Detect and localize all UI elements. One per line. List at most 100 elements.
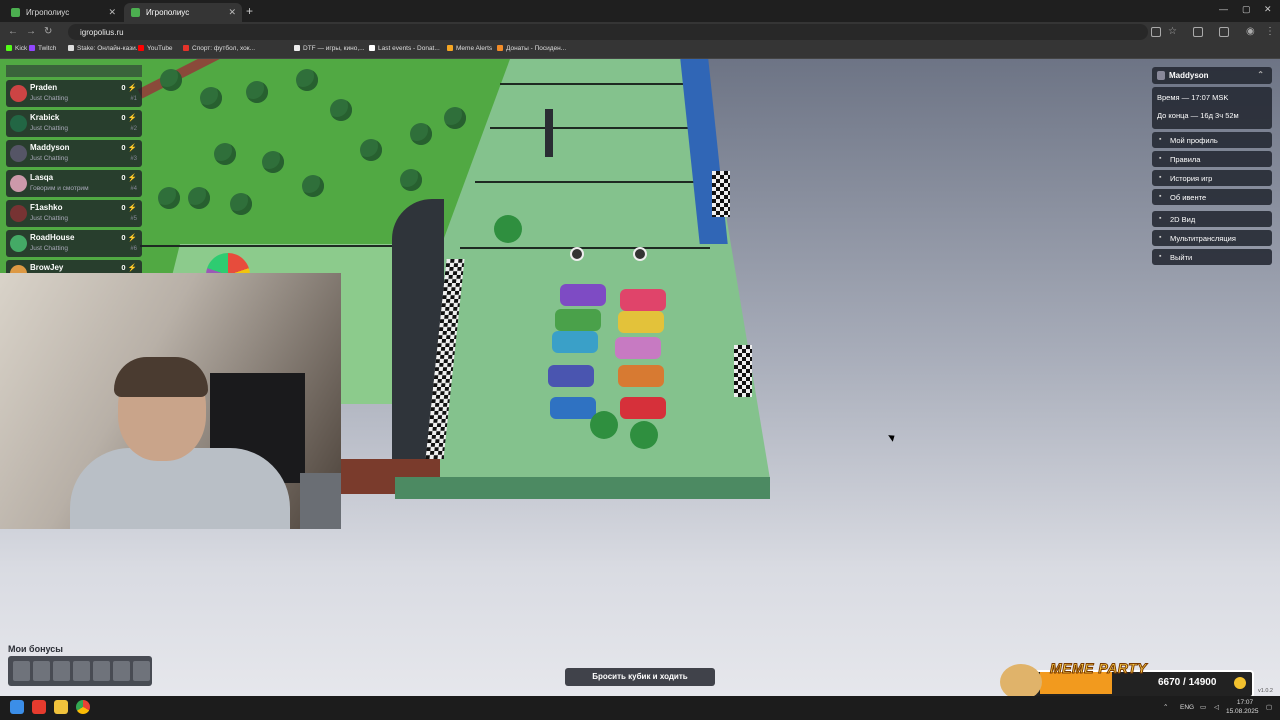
leaderboard-row[interactable]: F1ashko Just Chatting 0 ⚡ #5 [6, 200, 142, 227]
leaderboard-row[interactable]: Maddyson Just Chatting 0 ⚡ #3 [6, 140, 142, 167]
bookmark-item[interactable]: DTF — игры, кино,... [294, 45, 365, 52]
webcam-person-hair [114, 357, 208, 397]
leaderboard-row[interactable]: Praden Just Chatting 0 ⚡ #1 [6, 80, 142, 107]
bonus-slot[interactable] [113, 661, 130, 681]
menu-item-logout[interactable]: ▪ Выйти [1152, 249, 1272, 265]
bonus-slot[interactable] [93, 661, 110, 681]
bonus-slot[interactable] [73, 661, 90, 681]
chevron-up-icon[interactable]: ⌃ [1257, 70, 1264, 79]
multistream-icon: ▪ [1159, 234, 1162, 241]
new-tab-icon[interactable]: + [246, 4, 253, 18]
player-car[interactable] [548, 365, 594, 387]
bookmark-label: Донаты - Посиден... [506, 45, 567, 52]
notifications-icon[interactable]: ▢ [1266, 703, 1272, 711]
version-label: v1.0.2 [1258, 688, 1273, 694]
chrome-icon[interactable] [76, 700, 90, 714]
cast-icon[interactable] [1151, 27, 1161, 37]
bookmark-item[interactable]: Last events - Donat... [369, 45, 440, 52]
network-icon[interactable]: ▭ [1200, 703, 1206, 711]
bonus-slot[interactable] [133, 661, 150, 681]
bookmark-item[interactable]: Спорт: футбол, хок... [183, 45, 255, 52]
sidebar-icon[interactable] [1219, 27, 1229, 37]
address-bar[interactable]: igropolius.ru [68, 24, 1148, 40]
windows-start-icon[interactable] [10, 700, 24, 714]
bookmark-item[interactable]: Stake: Онлайн-кази... [68, 45, 141, 52]
browser-tab[interactable]: Игрополиус ✕ [4, 3, 122, 22]
file-explorer-icon[interactable] [54, 700, 68, 714]
url-text: igropolius.ru [80, 28, 124, 37]
menu-item-history[interactable]: ▪ История игр [1152, 170, 1272, 186]
player-car[interactable] [618, 311, 664, 333]
bookmark-item[interactable]: Kick [6, 45, 27, 52]
streamer-avatar [10, 145, 27, 162]
menu-item-info[interactable]: ▪ Об ивенте [1152, 189, 1272, 205]
close-tab-icon[interactable]: ✕ [228, 7, 236, 18]
extensions-icon[interactable] [1193, 27, 1203, 37]
checkered-flag [734, 345, 752, 397]
tab-favicon-icon [131, 8, 140, 17]
menu-group-main: ▪ Мой профиль ▪ Правила ▪ История игр ▪ Об ивен… [1152, 132, 1272, 205]
language-indicator[interactable]: ENG [1180, 704, 1194, 711]
yandex-browser-icon[interactable] [32, 700, 46, 714]
roll-dice-button[interactable]: Бросить кубик и ходить [565, 668, 715, 686]
bookmark-item[interactable]: YouTube [138, 45, 173, 52]
bonus-slot[interactable] [53, 661, 70, 681]
streamer-rank: #4 [130, 186, 137, 192]
player-car[interactable] [550, 397, 596, 419]
player-car[interactable] [620, 289, 666, 311]
leaderboard-row[interactable]: RoadHouse Just Chatting 0 ⚡ #6 [6, 230, 142, 257]
bookmark-favicon-icon [497, 45, 503, 51]
bookmark-star-icon[interactable]: ☆ [1168, 26, 1177, 37]
bonus-slot[interactable] [13, 661, 30, 681]
menu-icon[interactable]: ⋮ [1265, 26, 1275, 37]
bonus-slot[interactable] [33, 661, 50, 681]
user-name: Maddyson [1169, 71, 1209, 80]
player-car[interactable] [552, 331, 598, 353]
bookmark-label: Twitch [38, 45, 57, 52]
tree [400, 169, 422, 191]
menu-item-user[interactable]: ▪ Мой профиль [1152, 132, 1272, 148]
meme-party-widget[interactable]: MEME PARTY 6670 / 14900 [1000, 660, 1256, 700]
back-icon[interactable]: ← [8, 26, 18, 37]
user-dropdown[interactable]: Maddyson ⌃ [1152, 67, 1272, 84]
menu-item-multistream[interactable]: ▪ Мультитрансляция [1152, 230, 1272, 246]
leaderboard-row[interactable]: Lasqa Говорим и смотрим 0 ⚡ #4 [6, 170, 142, 197]
menu-item-label: Мультитрансляция [1170, 234, 1236, 243]
close-window-icon[interactable]: ✕ [1264, 4, 1272, 15]
bookmark-item[interactable]: Twitch [29, 45, 56, 52]
bookmark-label: Спорт: футбол, хок... [192, 45, 256, 52]
maximize-icon[interactable]: ▢ [1242, 4, 1251, 15]
minimize-icon[interactable]: — [1219, 4, 1228, 14]
player-car[interactable] [560, 284, 606, 306]
bookmark-item[interactable]: Meme Alerts [447, 45, 492, 52]
clock-date[interactable]: 15.08.2025 [1226, 708, 1259, 715]
event-info: Время — 17:07 MSK До конца — 16д 3ч 52м [1152, 87, 1272, 129]
leaderboard-row[interactable]: Krabick Just Chatting 0 ⚡ #2 [6, 110, 142, 137]
streamer-category: Говорим и смотрим [30, 185, 89, 192]
player-car[interactable] [618, 365, 664, 387]
streamer-rank: #1 [130, 96, 137, 102]
profile-icon[interactable]: ◉ [1246, 26, 1255, 37]
player-token[interactable] [570, 247, 584, 261]
player-car[interactable] [555, 309, 601, 331]
tile-divider [490, 127, 695, 129]
tray-chevron-icon[interactable]: ⌃ [1163, 703, 1168, 711]
player-car[interactable] [620, 397, 666, 419]
bush [630, 421, 658, 449]
player-car[interactable] [615, 337, 661, 359]
close-tab-icon[interactable]: ✕ [108, 7, 116, 18]
menu-item-grid[interactable]: ▪ 2D Вид [1152, 211, 1272, 227]
browser-tab-active[interactable]: Игрополиус ✕ [124, 3, 242, 22]
bonuses-title: Мои бонусы [8, 644, 63, 654]
streamer-category: Just Chatting [30, 95, 68, 102]
bookmark-favicon-icon [6, 45, 12, 51]
tab-title: Игрополиус [146, 8, 190, 17]
volume-icon[interactable]: ◁ [1214, 703, 1219, 711]
player-token[interactable] [633, 247, 647, 261]
menu-item-rules[interactable]: ▪ Правила [1152, 151, 1272, 167]
bookmark-item[interactable]: Донаты - Посиден... [497, 45, 566, 52]
bookmark-label: DTF — игры, кино,... [303, 45, 365, 52]
clock-time[interactable]: 17:07 [1230, 699, 1260, 706]
forward-icon[interactable]: → [26, 26, 36, 37]
reload-icon[interactable]: ↻ [44, 26, 52, 37]
